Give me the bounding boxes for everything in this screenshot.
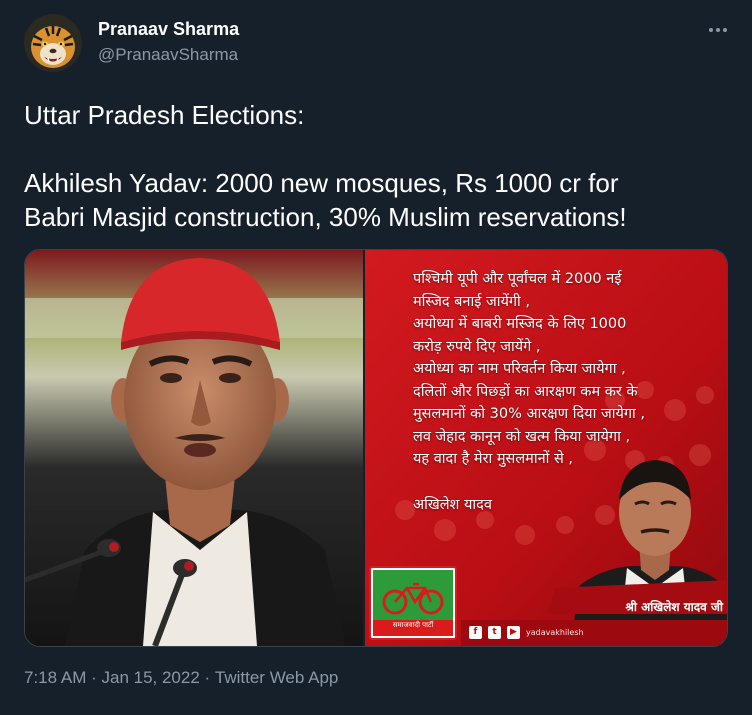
tweet: Pranaav Sharma @PranaavSharma Uttar Prad…: [0, 0, 752, 715]
tweet-text-line: Babri Masjid construction, 30% Muslim re…: [24, 202, 627, 232]
facebook-icon: f: [469, 625, 482, 639]
poster-line: अयोध्या का नाम परिवर्तन किया जायेगा ,: [413, 361, 626, 377]
poster-line: मस्जिद बनाई जायेंगी ,: [413, 293, 531, 310]
meta-separator: ·: [199, 668, 215, 687]
author-handle[interactable]: @PranaavSharma: [98, 45, 238, 65]
author-avatar[interactable]: [24, 14, 82, 72]
media-photo-portrait[interactable]: [25, 250, 363, 646]
tweet-time[interactable]: 7:18 AM: [24, 668, 86, 688]
poster-line: यह वादा है मेरा मुसलमानों से ,: [413, 451, 574, 467]
more-options-icon[interactable]: [700, 16, 736, 44]
poster-line: करोड़ रुपये दिए जायेंगे ,: [413, 338, 541, 355]
tiger-avatar-icon: [24, 14, 82, 72]
party-logo-label: समाजवादी पार्टी: [392, 621, 434, 629]
poster-line: पश्चिमी यूपी और पूर्वांचल में 2000 नई: [413, 271, 622, 287]
author-name[interactable]: Pranaav Sharma: [98, 19, 239, 40]
meta-separator: ·: [86, 668, 102, 687]
portrait-image: [25, 250, 363, 646]
poster-text: पश्चिमी यूपी और पूर्वांचल में 2000 नई मस…: [413, 268, 723, 471]
poster-line: अयोध्या में बाबरी मस्जिद के लिए 1000: [413, 316, 627, 332]
tweet-date[interactable]: Jan 15, 2022: [101, 668, 199, 688]
tweet-source-app[interactable]: Twitter Web App: [215, 668, 338, 688]
twitter-icon: t: [488, 625, 501, 639]
poster-social-handle: yadavakhilesh: [526, 627, 584, 637]
poster-social: f t ▶ yadavakhilesh: [469, 622, 709, 642]
poster-line: मुसलमानों को 30% आरक्षण दिया जायेगा ,: [413, 406, 646, 422]
youtube-icon: ▶: [507, 625, 520, 639]
poster-signature: अखिलेश यादव: [413, 497, 492, 513]
poster-caption: श्री अखिलेश यादव जी: [625, 600, 723, 614]
bicycle-icon: [382, 582, 444, 615]
media-photo-poster[interactable]: पश्चिमी यूपी और पूर्वांचल में 2000 नई मस…: [365, 250, 727, 646]
tweet-text-line: Uttar Pradesh Elections:: [24, 100, 305, 130]
poster-line: लव जेहाद कानून को खत्म किया जायेगा ,: [413, 428, 631, 445]
tweet-text: Uttar Pradesh Elections: Akhilesh Yadav:…: [24, 98, 734, 234]
poster-line: दलितों और पिछड़ों का आरक्षण कम कर के: [413, 383, 638, 400]
party-logo: समाजवादी पार्टी: [369, 566, 457, 640]
tweet-media[interactable]: पश्चिमी यूपी और पूर्वांचल में 2000 नई मस…: [24, 249, 728, 647]
tweet-text-line: Akhilesh Yadav: 2000 new mosques, Rs 100…: [24, 168, 619, 198]
tweet-meta: 7:18 AM · Jan 15, 2022 · Twitter Web App: [24, 668, 338, 688]
